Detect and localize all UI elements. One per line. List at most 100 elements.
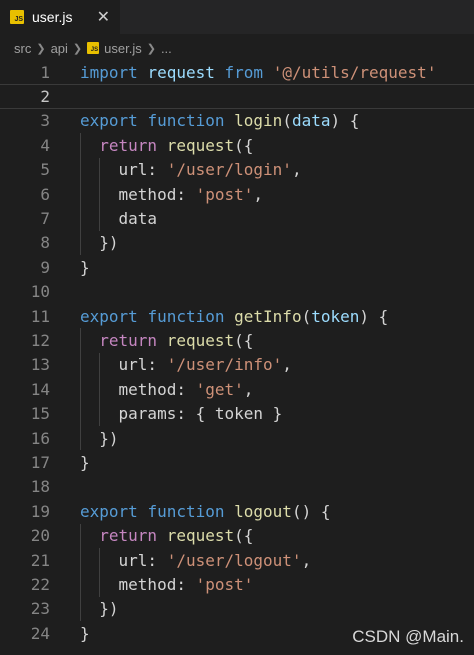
line-number: 2 [40,87,50,107]
code-text: }) [80,428,119,448]
javascript-file-icon: JS [10,10,24,24]
code-token: export [80,111,138,131]
breadcrumb-item-src[interactable]: src [14,41,31,56]
code-line[interactable]: 13 url: '/user/info', [0,353,474,377]
code-text: }) [80,599,119,619]
breadcrumb: src ❯ api ❯ JS user.js ❯ ... [0,35,474,61]
code-token: '/user/logout' [166,550,302,570]
code-text: method: 'post' [80,575,254,595]
code-text: url: '/user/logout', [80,550,312,570]
code-token: getInfo [234,306,302,326]
code-text: export function login(data) { [80,111,359,130]
code-token: ( [301,306,312,326]
code-token: ( [282,111,292,131]
chevron-right-icon: ❯ [72,42,83,55]
line-number: 7 [40,209,50,229]
code-token: ) { [330,111,360,131]
code-token: 'post' [195,575,254,595]
line-number: 6 [40,184,50,204]
code-line[interactable]: 11 export function getInfo(token) { [0,304,474,328]
code-token: ) { [359,306,389,326]
code-line[interactable]: 6 method: 'post', [0,182,474,206]
line-number: 12 [30,331,50,351]
code-text: return request({ [80,136,253,155]
code-text: import request from '@/utils/request' [80,63,436,82]
breadcrumb-symbols[interactable]: ... [161,41,172,56]
code-token: } [80,623,90,643]
indent-guide [80,328,81,451]
line-number: 5 [40,160,50,180]
tab-user-js[interactable]: JS user.js ✕ [0,0,120,34]
code-text: return request({ [80,526,253,545]
breadcrumb-item-api[interactable]: api [51,41,68,56]
close-icon[interactable]: ✕ [97,7,110,27]
code-line[interactable]: 8 }) [0,231,474,255]
code-line[interactable]: 23 }) [0,597,474,621]
code-line[interactable]: 1 import request from '@/utils/request' [0,60,474,84]
code-token: data [291,111,331,131]
code-token: 'get' [195,379,244,399]
code-token: , [282,355,292,375]
code-token: }) [80,599,119,619]
code-line[interactable]: 10 [0,280,474,304]
code-text: data [80,209,158,228]
code-token: '/user/info' [166,355,283,375]
code-line[interactable]: 7 data [0,206,474,230]
line-number: 8 [40,233,50,253]
code-token: , [291,160,302,180]
code-token: , [243,379,254,399]
code-token: export [80,501,138,521]
code-token: request [166,331,235,351]
line-number: 19 [30,501,50,521]
code-token: () { [291,501,331,521]
breadcrumb-file-label: user.js [104,40,142,56]
chevron-right-icon: ❯ [146,42,156,55]
line-number: 21 [30,550,50,570]
code-token: , [253,184,264,204]
code-line[interactable]: 5 url: '/user/login', [0,158,474,182]
code-line[interactable]: 20 return request({ [0,524,474,548]
code-token: return [99,526,158,546]
code-token: function [147,501,225,521]
code-line[interactable]: 4 return request({ [0,133,474,157]
code-text: url: '/user/login', [80,160,302,179]
code-line[interactable]: 18 [0,475,474,499]
code-token: request [166,135,235,155]
code-line[interactable]: 14 method: 'get', [0,377,474,401]
code-token: logout [234,501,292,521]
code-line[interactable]: 17} [0,450,474,474]
code-editor[interactable]: 1 import request from '@/utils/request' 2 3… [0,60,474,655]
code-token: '@/utils/request' [272,62,437,82]
code-text: params: { token } [80,404,283,423]
code-line[interactable]: 3 export function login(data) { [0,109,474,133]
line-number: 9 [40,257,50,277]
code-text: method: 'get', [80,379,254,399]
code-line[interactable]: 9} [0,255,474,279]
code-line[interactable]: 21 url: '/user/logout', [0,548,474,572]
line-number: 20 [30,526,50,546]
code-token: url: [80,160,167,180]
code-token: export [80,306,138,326]
code-text: export function logout() { [80,502,330,521]
code-token: }) [80,428,119,448]
code-line[interactable]: 2 [0,84,474,109]
code-line[interactable]: 15 params: { token } [0,402,474,426]
line-number: 11 [30,306,50,326]
code-line[interactable]: 16 }) [0,426,474,450]
line-number: 10 [30,282,50,302]
code-line[interactable]: 12 return request({ [0,328,474,352]
line-number: 4 [40,135,50,155]
line-number: 22 [30,575,50,595]
code-token: return [99,331,158,351]
code-line[interactable]: 22 method: 'post' [0,572,474,596]
breadcrumb-item-file[interactable]: JS user.js [87,41,142,56]
code-text: }) [80,233,118,252]
code-line[interactable]: 19 export function logout() { [0,499,474,523]
